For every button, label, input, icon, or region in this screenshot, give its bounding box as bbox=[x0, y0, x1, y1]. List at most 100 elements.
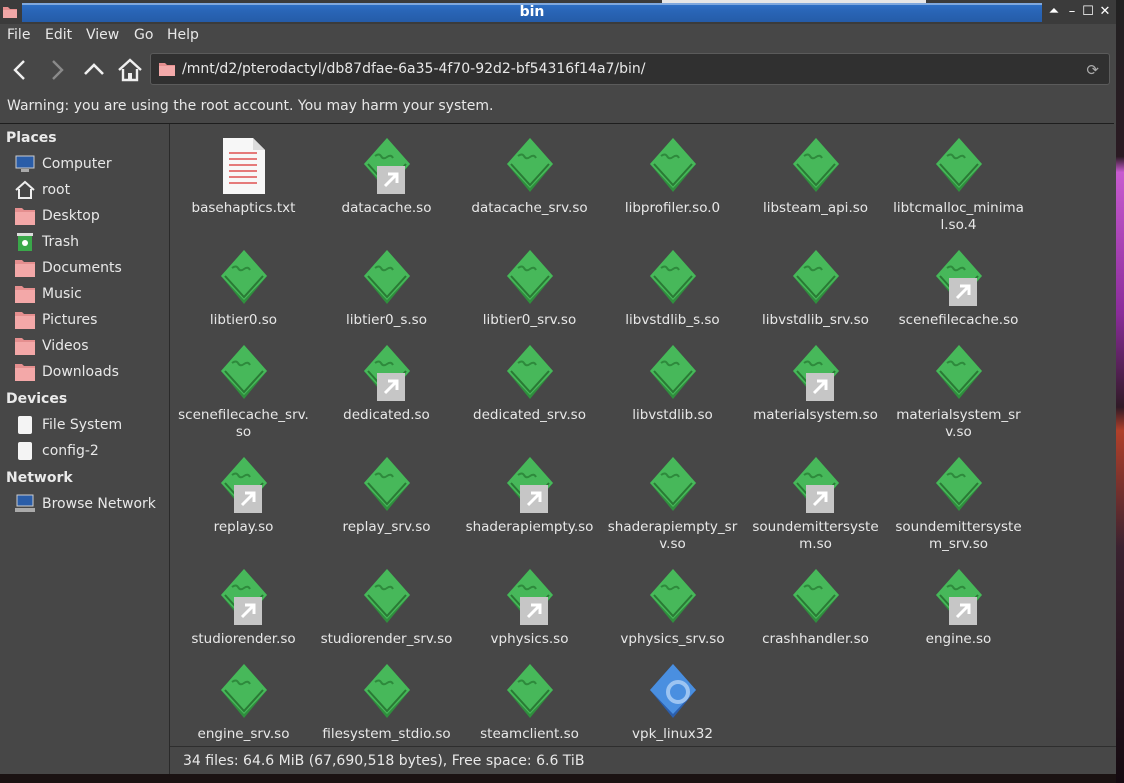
network-heading: Network bbox=[6, 470, 73, 486]
file-item[interactable]: materialsystem.so bbox=[744, 331, 887, 441]
refresh-icon[interactable]: ⟳ bbox=[1086, 61, 1099, 79]
file-item[interactable]: libtier0_srv.so bbox=[458, 236, 601, 346]
file-item[interactable]: shaderapiempty_srv.so bbox=[601, 443, 744, 553]
symlink-arrow-icon bbox=[234, 597, 262, 625]
menu-view[interactable]: View bbox=[86, 27, 119, 43]
file-item[interactable]: soundemittersystem_srv.so bbox=[887, 443, 1030, 553]
shared-library-icon bbox=[934, 136, 984, 196]
symlink-arrow-icon bbox=[520, 597, 548, 625]
file-item[interactable]: dedicated.so bbox=[315, 331, 458, 441]
file-item[interactable]: engine.so bbox=[887, 555, 1030, 665]
sidebar-item-documents[interactable]: Documents bbox=[14, 257, 164, 279]
file-item[interactable]: shaderapiempty.so bbox=[458, 443, 601, 553]
sidebar-item-music[interactable]: Music bbox=[14, 283, 164, 305]
sidebar-item-label: File System bbox=[42, 417, 123, 433]
location-path[interactable]: /mnt/d2/pterodactyl/db87dfae-6a35-4f70-9… bbox=[182, 61, 646, 77]
file-item[interactable]: basehaptics.txt bbox=[172, 124, 315, 234]
forward-button[interactable] bbox=[43, 56, 71, 84]
file-item[interactable]: materialsystem_srv.so bbox=[887, 331, 1030, 441]
home-button[interactable] bbox=[116, 56, 144, 84]
shared-library-icon bbox=[648, 567, 698, 627]
file-name: scenefilecache_srv.so bbox=[178, 407, 309, 440]
file-name: engine.so bbox=[925, 631, 992, 647]
file-item[interactable]: filesystem_stdio.so bbox=[315, 650, 458, 760]
file-name: datacache.so bbox=[341, 200, 432, 216]
file-name: studiorender.so bbox=[191, 631, 296, 647]
status-text: 34 files: 64.6 MiB (67,690,518 bytes), F… bbox=[183, 753, 585, 769]
back-button[interactable] bbox=[6, 56, 34, 84]
shared-library-icon bbox=[505, 343, 555, 403]
menu-file[interactable]: File bbox=[7, 27, 30, 43]
sidebar-item-root[interactable]: root bbox=[14, 179, 164, 201]
file-name: materialsystem_srv.so bbox=[896, 407, 1021, 440]
file-item[interactable]: soundemittersystem.so bbox=[744, 443, 887, 553]
file-name: libprofiler.so.0 bbox=[624, 200, 721, 216]
file-name: shaderapiempty.so bbox=[465, 519, 594, 535]
location-bar[interactable]: /mnt/d2/pterodactyl/db87dfae-6a35-4f70-9… bbox=[150, 53, 1110, 85]
shared-library-icon bbox=[362, 248, 412, 308]
file-name: studiorender_srv.so bbox=[320, 631, 453, 647]
shade-icon[interactable]: ⏶ bbox=[1046, 4, 1062, 20]
file-name: soundemittersystem.so bbox=[752, 519, 879, 552]
root-warning: Warning: you are using the root account.… bbox=[7, 98, 494, 114]
menu-go[interactable]: Go bbox=[134, 27, 153, 43]
file-name: basehaptics.txt bbox=[191, 200, 296, 216]
shared-library-icon bbox=[219, 343, 269, 403]
file-item[interactable]: libsteam_api.so bbox=[744, 124, 887, 234]
sidebar-item-browse-network[interactable]: Browse Network bbox=[14, 493, 164, 515]
shared-library-icon bbox=[505, 248, 555, 308]
minimize-button[interactable]: – bbox=[1064, 4, 1080, 20]
file-item[interactable]: crashhandler.so bbox=[744, 555, 887, 665]
sidebar-item-config-2[interactable]: config-2 bbox=[14, 440, 164, 462]
symlink-arrow-icon bbox=[234, 485, 262, 513]
maximize-button[interactable]: ☐ bbox=[1080, 4, 1096, 20]
file-name: datacache_srv.so bbox=[471, 200, 588, 216]
file-name: libtier0_srv.so bbox=[482, 312, 577, 328]
file-item[interactable]: steamclient.so bbox=[458, 650, 601, 760]
file-item[interactable]: libvstdlib_s.so bbox=[601, 236, 744, 346]
sidebar-item-computer[interactable]: Computer bbox=[14, 153, 164, 175]
file-item[interactable]: libtier0.so bbox=[172, 236, 315, 346]
file-item[interactable]: dedicated_srv.so bbox=[458, 331, 601, 441]
file-item[interactable]: vphysics.so bbox=[458, 555, 601, 665]
close-button[interactable]: ✕ bbox=[1097, 4, 1113, 20]
symlink-arrow-icon bbox=[377, 166, 405, 194]
file-item[interactable]: replay_srv.so bbox=[315, 443, 458, 553]
menu-help[interactable]: Help bbox=[167, 27, 199, 43]
sidebar-item-pictures[interactable]: Pictures bbox=[14, 309, 164, 331]
sidebar-item-videos[interactable]: Videos bbox=[14, 335, 164, 357]
file-item[interactable]: scenefilecache_srv.so bbox=[172, 331, 315, 441]
file-item[interactable]: vphysics_srv.so bbox=[601, 555, 744, 665]
sidebar-item-file-system[interactable]: File System bbox=[14, 414, 164, 436]
file-item[interactable]: replay.so bbox=[172, 443, 315, 553]
status-bar: 34 files: 64.6 MiB (67,690,518 bytes), F… bbox=[170, 746, 1116, 775]
file-item[interactable]: studiorender.so bbox=[172, 555, 315, 665]
videos-folder-icon bbox=[15, 338, 35, 355]
desktop-background bbox=[1116, 0, 1124, 783]
sidebar-item-label: Documents bbox=[42, 260, 122, 276]
file-item[interactable]: vpk_linux32 bbox=[601, 650, 744, 760]
file-item[interactable]: studiorender_srv.so bbox=[315, 555, 458, 665]
file-item[interactable]: libprofiler.so.0 bbox=[601, 124, 744, 234]
file-item[interactable]: datacache_srv.so bbox=[458, 124, 601, 234]
sidebar-item-desktop[interactable]: Desktop bbox=[14, 205, 164, 227]
menu-edit[interactable]: Edit bbox=[45, 27, 72, 43]
file-item[interactable]: scenefilecache.so bbox=[887, 236, 1030, 346]
sidebar-item-downloads[interactable]: Downloads bbox=[14, 361, 164, 383]
menu-bar: File Edit View Go Help bbox=[0, 24, 1116, 48]
up-button[interactable] bbox=[80, 56, 108, 84]
pictures-folder-icon bbox=[15, 312, 35, 329]
shared-library-icon bbox=[791, 248, 841, 308]
file-item[interactable]: engine_srv.so bbox=[172, 650, 315, 760]
title-bar[interactable]: bin ⏶ – ☐ ✕ bbox=[0, 0, 1116, 24]
file-item[interactable]: libvstdlib.so bbox=[601, 331, 744, 441]
file-item[interactable]: datacache.so bbox=[315, 124, 458, 234]
file-item[interactable]: libtcmalloc_minimal.so.4 bbox=[887, 124, 1030, 234]
file-name: dedicated_srv.so bbox=[473, 407, 586, 423]
file-item[interactable]: libtier0_s.so bbox=[315, 236, 458, 346]
file-item[interactable]: libvstdlib_srv.so bbox=[744, 236, 887, 346]
window-bottom bbox=[0, 774, 1116, 783]
shared-library-icon bbox=[505, 136, 555, 196]
sidebar-item-trash[interactable]: Trash bbox=[14, 231, 164, 253]
file-name: replay.so bbox=[213, 519, 274, 535]
